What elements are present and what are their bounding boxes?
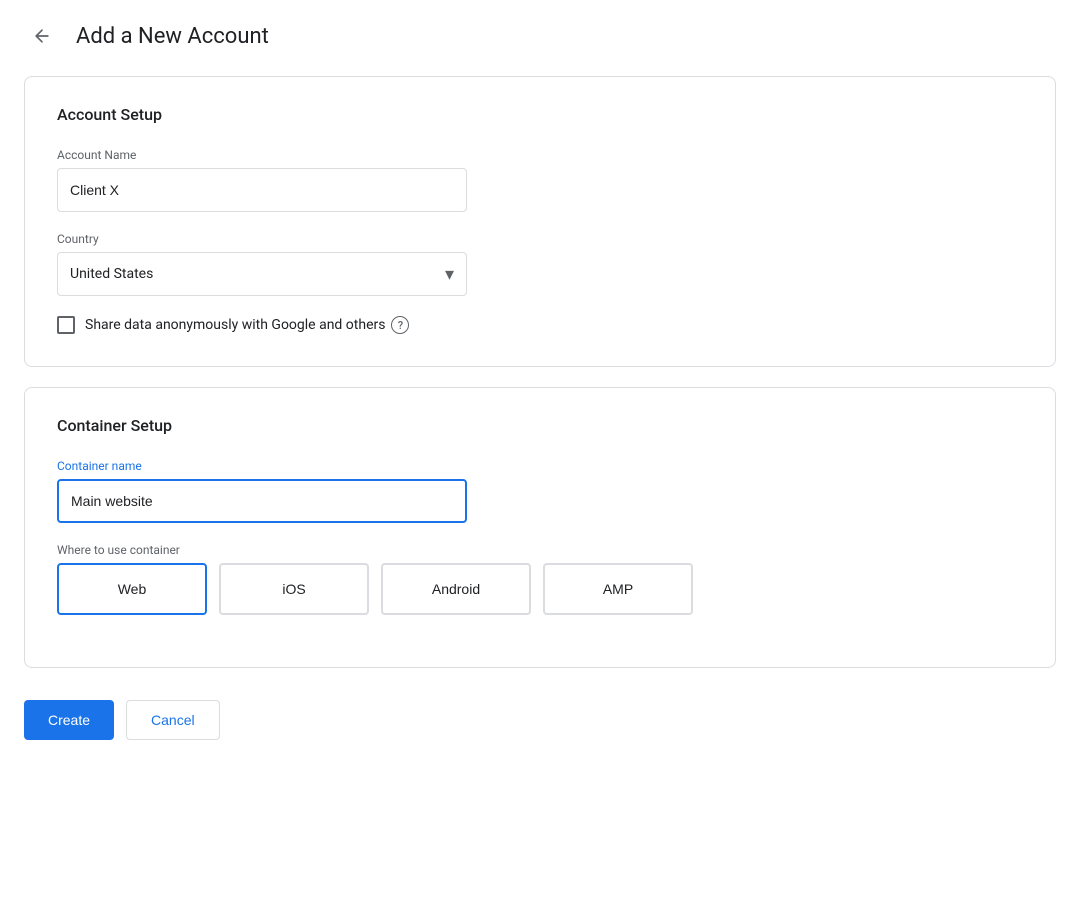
container-option-web[interactable]: Web (57, 563, 207, 615)
container-setup-title: Container Setup (57, 416, 1023, 435)
country-label: Country (57, 232, 1023, 246)
container-name-label: Container name (57, 459, 1023, 473)
create-button[interactable]: Create (24, 700, 114, 740)
where-to-use-label: Where to use container (57, 543, 1023, 557)
account-name-label: Account Name (57, 148, 1023, 162)
account-name-group: Account Name (57, 148, 1023, 212)
where-to-use-group: Where to use container Web iOS Android A… (57, 543, 1023, 615)
share-data-help-icon[interactable]: ? (391, 316, 409, 334)
container-option-amp[interactable]: AMP (543, 563, 693, 615)
page-header: Add a New Account (0, 0, 1080, 68)
country-group: Country United States ▾ United States Un… (57, 232, 1023, 296)
container-option-android[interactable]: Android (381, 563, 531, 615)
container-name-group: Container name (57, 459, 1023, 523)
back-button[interactable] (24, 18, 60, 54)
page-title: Add a New Account (76, 24, 269, 49)
container-options: Web iOS Android AMP (57, 563, 1023, 615)
main-content: Account Setup Account Name Country Unite… (0, 68, 1080, 692)
country-select-wrapper[interactable]: United States ▾ United States United Kin… (57, 252, 467, 296)
account-name-input[interactable] (57, 168, 467, 212)
footer-actions: Create Cancel (0, 692, 1080, 772)
container-name-input[interactable] (57, 479, 467, 523)
share-data-checkbox[interactable] (57, 316, 75, 334)
share-data-row: Share data anonymously with Google and o… (57, 316, 1023, 334)
account-setup-card: Account Setup Account Name Country Unite… (24, 76, 1056, 367)
share-data-label: Share data anonymously with Google and o… (85, 316, 409, 334)
container-option-ios[interactable]: iOS (219, 563, 369, 615)
account-setup-title: Account Setup (57, 105, 1023, 124)
cancel-button[interactable]: Cancel (126, 700, 220, 740)
container-setup-card: Container Setup Container name Where to … (24, 387, 1056, 668)
